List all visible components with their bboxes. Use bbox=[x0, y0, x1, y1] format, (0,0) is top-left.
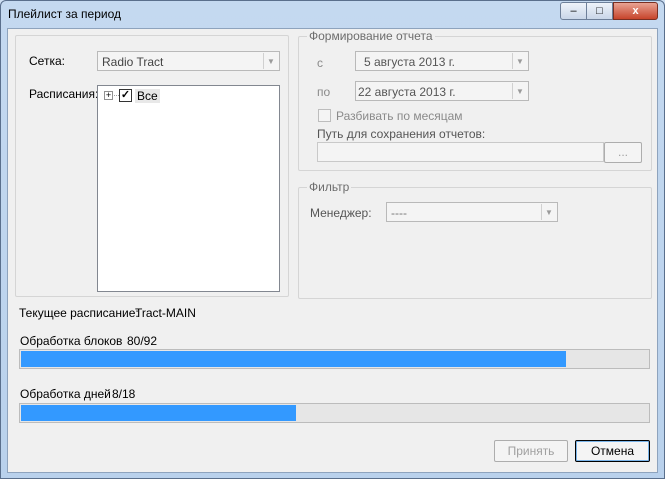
accept-button[interactable]: Принять bbox=[494, 440, 568, 462]
split-by-month-checkbox[interactable] bbox=[318, 109, 331, 122]
manager-select-value: ---- bbox=[391, 206, 407, 220]
path-input[interactable] bbox=[317, 142, 604, 162]
manager-select[interactable]: ---- ▼ bbox=[386, 202, 558, 222]
grid-select-value: Radio Tract bbox=[102, 55, 164, 69]
from-date-picker[interactable]: 5 августа 2013 г. ▼ bbox=[355, 51, 529, 71]
report-group-title: Формирование отчета bbox=[307, 29, 435, 43]
days-progress-count: 8/18 bbox=[112, 387, 136, 401]
cancel-button[interactable]: Отмена bbox=[575, 440, 650, 462]
minimize-button[interactable]: – bbox=[560, 2, 587, 20]
current-schedule-label: Текущее расписание: bbox=[19, 306, 139, 320]
schedules-tree[interactable]: + ✓ Все bbox=[97, 85, 280, 292]
grid-select[interactable]: Radio Tract ▼ bbox=[97, 51, 280, 71]
days-progress-label: Обработка дней bbox=[20, 387, 111, 401]
title-bar[interactable]: Плейлист за период – □ x bbox=[1, 1, 664, 27]
days-progress-bar bbox=[19, 403, 650, 423]
from-label: с bbox=[317, 56, 323, 70]
blocks-progress-bar bbox=[19, 349, 650, 369]
chevron-down-icon[interactable]: ▼ bbox=[512, 83, 527, 99]
browse-button[interactable]: ... bbox=[604, 142, 642, 163]
chevron-down-icon[interactable]: ▼ bbox=[541, 204, 556, 220]
to-date-value: 22 августа 2013 г. bbox=[358, 85, 456, 99]
schedule-all-label[interactable]: Все bbox=[135, 89, 160, 103]
dialog-window: Плейлист за период – □ x Сетка: Radio Tr… bbox=[0, 0, 665, 479]
grid-label: Сетка: bbox=[29, 54, 65, 68]
blocks-progress-label: Обработка блоков bbox=[20, 334, 123, 348]
path-label: Путь для сохранения отчетов: bbox=[317, 127, 486, 141]
from-date-value: 5 августа 2013 г. bbox=[364, 55, 455, 69]
to-label: по bbox=[317, 85, 331, 99]
split-by-month-label[interactable]: Разбивать по месяцам bbox=[336, 109, 463, 123]
filter-group-title: Фильтр bbox=[307, 180, 352, 194]
close-button[interactable]: x bbox=[613, 2, 658, 20]
schedules-label: Расписания: bbox=[29, 87, 99, 101]
to-date-picker[interactable]: 22 августа 2013 г. ▼ bbox=[355, 81, 529, 101]
blocks-progress-fill bbox=[21, 351, 567, 367]
maximize-button[interactable]: □ bbox=[587, 2, 613, 20]
chevron-down-icon[interactable]: ▼ bbox=[512, 53, 527, 69]
expand-icon[interactable]: + bbox=[104, 91, 113, 100]
dialog-client-area: Сетка: Radio Tract ▼ Расписания: + ✓ Все… bbox=[7, 28, 658, 473]
current-schedule-value: Tract-MAIN bbox=[135, 306, 196, 320]
chevron-down-icon[interactable]: ▼ bbox=[263, 53, 278, 69]
blocks-progress-count: 80/92 bbox=[127, 334, 158, 348]
window-title: Плейлист за период bbox=[8, 7, 122, 21]
schedule-all-checkbox[interactable]: ✓ bbox=[119, 89, 132, 102]
manager-label: Менеджер: bbox=[310, 206, 372, 220]
days-progress-fill bbox=[21, 405, 296, 421]
